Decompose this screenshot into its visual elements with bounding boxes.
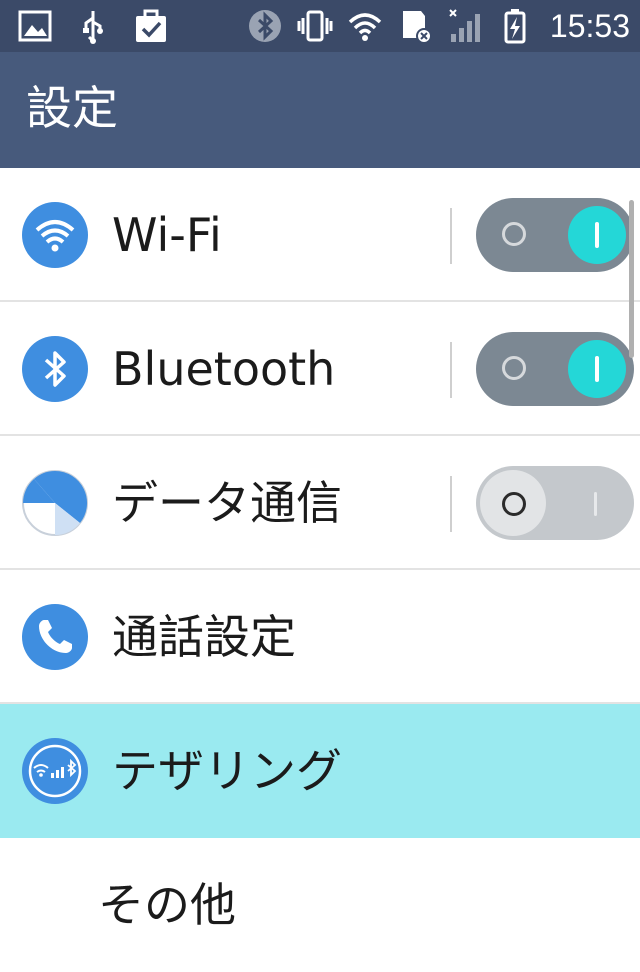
row-divider	[450, 476, 452, 532]
sd-card-error-icon	[396, 7, 434, 45]
toggle-knob	[480, 470, 546, 536]
row-divider	[450, 208, 452, 264]
image-icon	[16, 7, 54, 45]
data-usage-icon	[22, 470, 88, 536]
battery-charging-icon	[496, 7, 534, 45]
wifi-icon	[22, 202, 88, 268]
setting-label-bluetooth: Bluetooth	[112, 342, 336, 396]
phone-icon	[22, 604, 88, 670]
task-check-icon	[132, 7, 170, 45]
setting-row-call[interactable]: 通話設定	[0, 570, 640, 704]
setting-label-data: データ通信	[112, 476, 342, 530]
setting-row-wifi[interactable]: Wi-Fi	[0, 168, 640, 302]
setting-label-tethering: テザリング	[112, 744, 342, 798]
scrollbar[interactable]	[629, 200, 634, 358]
cell-signal-icon	[446, 7, 484, 45]
tethering-icon	[22, 738, 88, 804]
toggle-off-mark	[502, 222, 526, 246]
status-time: 15:53	[549, 7, 630, 44]
usb-icon	[74, 7, 112, 45]
setting-row-bluetooth[interactable]: Bluetooth	[0, 302, 640, 436]
bluetooth-icon	[246, 7, 284, 45]
status-right-icons: 15:53	[246, 0, 630, 52]
setting-label-other: その他	[98, 878, 236, 932]
toggle-off-mark	[502, 356, 526, 380]
bluetooth-icon	[22, 336, 88, 402]
vibrate-icon	[296, 7, 334, 45]
setting-row-data[interactable]: データ通信	[0, 436, 640, 570]
toggle-knob	[568, 206, 626, 264]
status-bar: 15:53	[0, 0, 640, 52]
bluetooth-toggle[interactable]	[476, 332, 634, 406]
action-bar: 設定	[0, 52, 640, 168]
setting-row-other[interactable]: その他	[0, 838, 640, 972]
settings-list: Wi-Fi Bluetooth データ通信 通話設定 テザリング その他	[0, 168, 640, 972]
data-toggle[interactable]	[476, 466, 634, 540]
setting-label-call: 通話設定	[112, 610, 296, 664]
setting-row-tethering[interactable]: テザリング	[0, 704, 640, 838]
row-divider	[450, 342, 452, 398]
toggle-knob	[568, 340, 626, 398]
page-title: 設定	[26, 81, 118, 135]
setting-label-wifi: Wi-Fi	[112, 208, 222, 262]
toggle-on-mark	[594, 492, 597, 516]
wifi-signal-icon	[346, 7, 384, 45]
wifi-toggle[interactable]	[476, 198, 634, 272]
status-left-icons	[16, 0, 170, 52]
